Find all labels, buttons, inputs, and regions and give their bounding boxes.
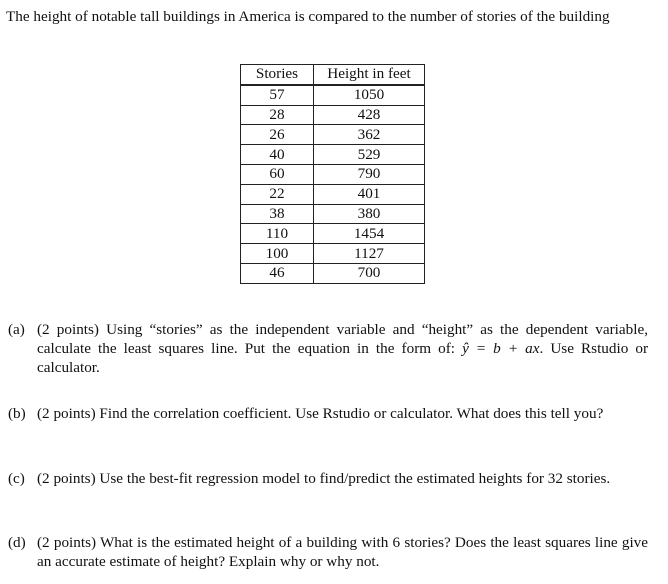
stories-cell: 60 (240, 163, 314, 185)
table-row: 57 1050 (240, 84, 425, 106)
stories-cell: 26 (240, 124, 314, 146)
table-row: 26 362 (240, 124, 425, 146)
question-a: (a) (2 points) Using “stories” as the in… (8, 320, 648, 377)
height-cell: 401 (313, 183, 425, 205)
height-cell: 1127 (313, 243, 425, 264)
height-cell: 529 (313, 144, 425, 165)
table-row: 60 790 (240, 163, 425, 185)
header-stories: Stories (240, 63, 314, 86)
table-row: 28 428 (240, 104, 425, 126)
question-text: (2 points) Find the correlation coeffici… (37, 405, 604, 422)
data-table: Stories Height in feet 57 1050 28 428 26 362 4… (240, 63, 425, 284)
table-row: 22 401 (240, 183, 425, 205)
question-label: (c) (8, 470, 25, 487)
question-label: (d) (8, 534, 26, 551)
height-cell: 700 (313, 262, 425, 284)
table-row: 46 700 (240, 262, 425, 284)
question-d: (d) (2 points) What is the estimated hei… (8, 533, 648, 571)
height-cell: 790 (313, 163, 425, 185)
table-row: 110 1454 (240, 223, 425, 245)
height-cell: 428 (313, 104, 425, 126)
table-row: 40 529 (240, 144, 425, 165)
stories-cell: 40 (240, 144, 314, 165)
stories-cell: 22 (240, 183, 314, 205)
height-cell: 362 (313, 124, 425, 146)
table-header-row: Stories Height in feet (240, 63, 425, 86)
header-height: Height in feet (313, 63, 425, 86)
table-row: 38 380 (240, 203, 425, 225)
stories-cell: 110 (240, 223, 314, 245)
stories-cell: 100 (240, 243, 314, 264)
stories-cell: 57 (240, 84, 314, 106)
stories-cell: 28 (240, 104, 314, 126)
stories-cell: 46 (240, 262, 314, 284)
question-label: (b) (8, 405, 26, 422)
intro-text: The height of notable tall buildings in … (6, 8, 610, 25)
table-row: 100 1127 (240, 243, 425, 264)
stories-cell: 38 (240, 203, 314, 225)
height-cell: 1050 (313, 84, 425, 106)
height-cell: 1454 (313, 223, 425, 245)
height-cell: 380 (313, 203, 425, 225)
question-c: (c) (2 points) Use the best-fit regressi… (8, 469, 648, 488)
question-text: (2 points) Using “stories” as the indepe… (37, 320, 648, 377)
equation: ŷ = b + ax (462, 340, 540, 357)
question-label: (a) (8, 321, 25, 338)
question-text: (2 points) What is the estimated height … (37, 534, 648, 570)
question-text: (2 points) Use the best-fit regression m… (37, 470, 611, 487)
question-b: (b) (2 points) Find the correlation coef… (8, 404, 648, 423)
